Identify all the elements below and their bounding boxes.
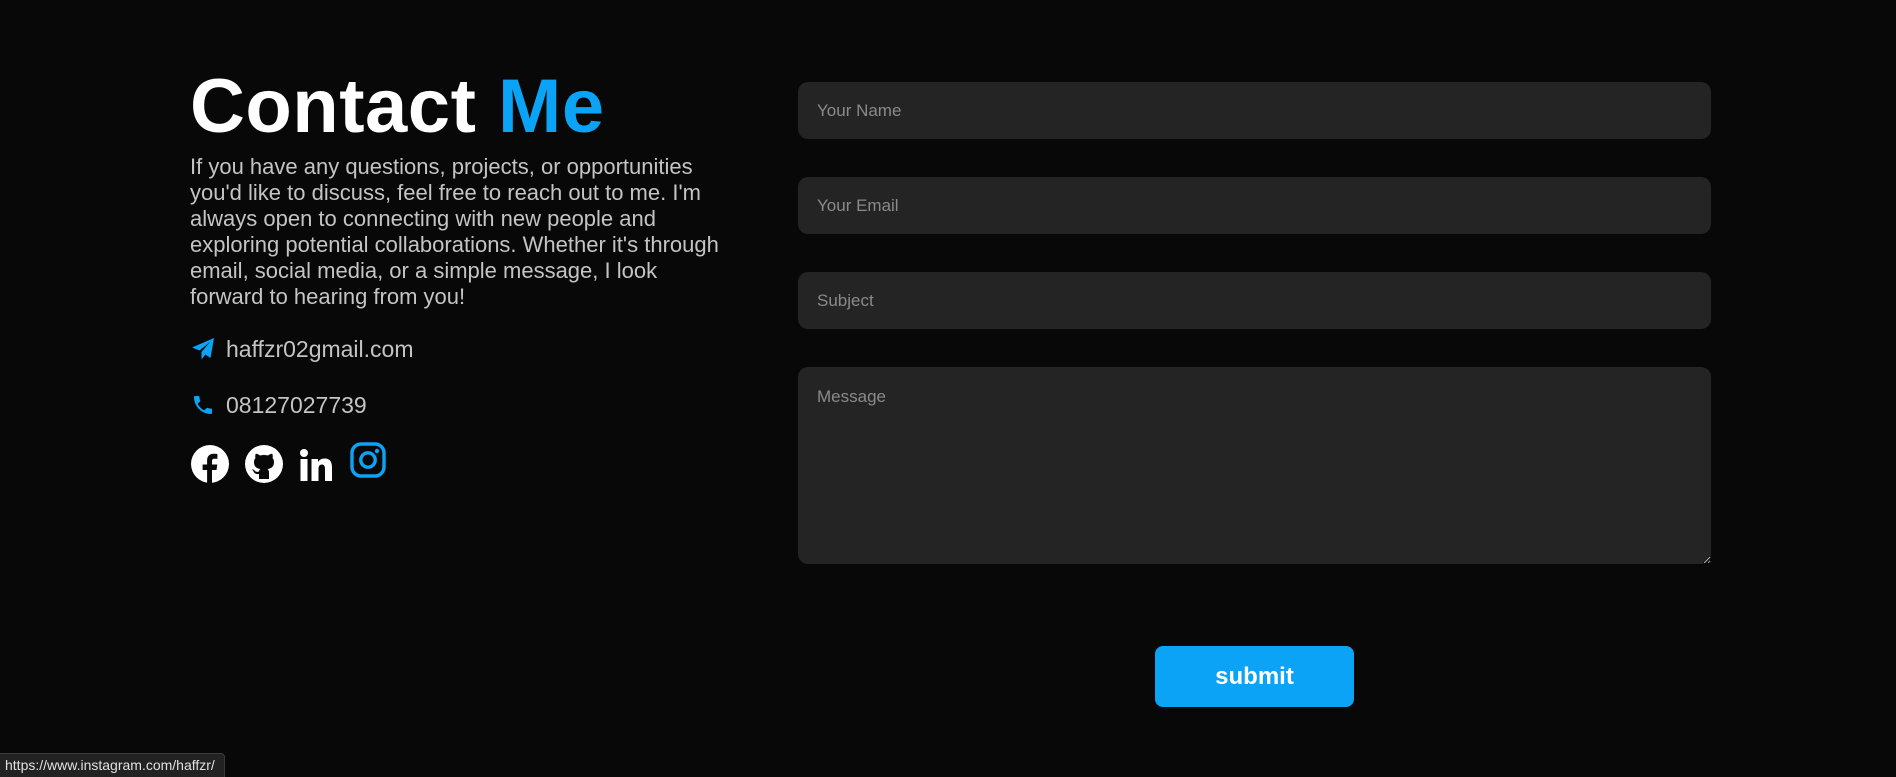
subject-input[interactable] bbox=[798, 272, 1711, 329]
email-row: haffzr02gmail.com bbox=[190, 334, 730, 364]
status-url: https://www.instagram.com/haffzr/ bbox=[5, 757, 215, 773]
phone-text: 08127027739 bbox=[226, 391, 367, 418]
instagram-link[interactable] bbox=[350, 442, 386, 478]
email-text: haffzr02gmail.com bbox=[226, 335, 414, 362]
linkedin-icon bbox=[300, 449, 332, 481]
linkedin-link[interactable] bbox=[298, 446, 336, 484]
instagram-icon bbox=[350, 442, 386, 478]
phone-icon bbox=[190, 392, 216, 418]
paper-plane-icon bbox=[190, 336, 216, 362]
phone-row: 08127027739 bbox=[190, 390, 730, 420]
name-input[interactable] bbox=[798, 82, 1711, 139]
github-icon bbox=[245, 445, 283, 483]
facebook-icon bbox=[191, 445, 229, 484]
email-input[interactable] bbox=[798, 177, 1711, 234]
title-me: Me bbox=[498, 64, 605, 149]
page-title: Contact Me bbox=[190, 62, 730, 152]
contact-form bbox=[798, 82, 1711, 564]
facebook-link[interactable] bbox=[190, 444, 230, 484]
link-status-bar: https://www.instagram.com/haffzr/ bbox=[0, 753, 225, 777]
github-link[interactable] bbox=[244, 444, 284, 484]
intro-paragraph: If you have any questions, projects, or … bbox=[190, 154, 719, 309]
contact-info-section: Contact Me If you have any questions, pr… bbox=[190, 62, 730, 484]
message-textarea[interactable] bbox=[798, 367, 1711, 564]
submit-button[interactable]: submit bbox=[1155, 646, 1354, 707]
social-links bbox=[190, 440, 730, 484]
title-contact: Contact bbox=[190, 64, 477, 149]
